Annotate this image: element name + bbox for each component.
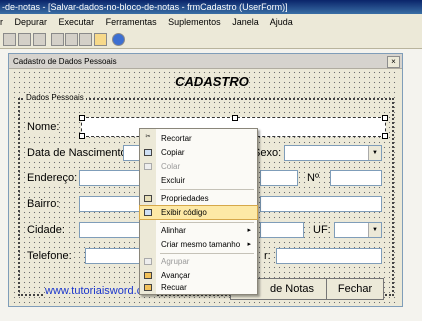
textbox-telefone-2[interactable] bbox=[276, 248, 382, 264]
menu-item-criar-mesmo-tamanho[interactable]: Criar mesmo tamanho ▸ bbox=[140, 238, 257, 251]
selection-handle[interactable] bbox=[79, 133, 85, 139]
menu-item-colar[interactable]: Colar bbox=[140, 160, 257, 173]
label-bairro: Bairro: bbox=[27, 198, 60, 210]
group-icon bbox=[144, 258, 152, 265]
menu-item-label: Agrupar bbox=[161, 257, 190, 266]
selection-handle[interactable] bbox=[79, 115, 85, 121]
menu-item-label: Excluir bbox=[161, 176, 186, 185]
toolbar-object-browser-icon[interactable] bbox=[79, 33, 92, 46]
userform-title-bar[interactable]: Cadastro de Dados Pessoais bbox=[9, 54, 402, 69]
label-telefone: Telefone: bbox=[27, 250, 72, 262]
combobox-sexo[interactable]: ▼ bbox=[284, 145, 382, 161]
submenu-arrow-icon: ▸ bbox=[247, 241, 251, 248]
selection-handle[interactable] bbox=[382, 133, 388, 139]
menu-item-recortar[interactable]: ✂ Recortar bbox=[140, 132, 257, 145]
label-endereco: Endereço: bbox=[27, 172, 78, 184]
menu-separator bbox=[160, 253, 254, 254]
menu-suplementos[interactable]: Suplementos bbox=[168, 17, 221, 27]
menu-depurar[interactable]: Depurar bbox=[15, 17, 48, 27]
toolbar-mode-icon[interactable] bbox=[3, 33, 16, 46]
menu-item-label: Propriedades bbox=[161, 194, 209, 203]
ide-toolbar bbox=[0, 30, 422, 49]
menu-item-label: Exibir código bbox=[161, 208, 207, 217]
copy-icon bbox=[144, 149, 152, 156]
chevron-down-icon[interactable]: ▼ bbox=[368, 146, 381, 160]
button-fechar-label: Fechar bbox=[337, 283, 373, 295]
toolbar-toolbox-icon[interactable] bbox=[94, 33, 107, 46]
toolbar-design-mode-icon[interactable] bbox=[33, 33, 46, 46]
textbox-endereco-end[interactable] bbox=[260, 170, 298, 186]
toolbar-pause-icon[interactable] bbox=[18, 33, 31, 46]
menu-item-agrupar[interactable]: Agrupar bbox=[140, 255, 257, 268]
scissors-icon: ✂ bbox=[145, 134, 151, 140]
menu-separator bbox=[160, 222, 254, 223]
menu-item-label: Criar mesmo tamanho bbox=[161, 240, 241, 249]
menu-ferramentas[interactable]: Ferramentas bbox=[106, 17, 157, 27]
chevron-down-icon[interactable]: ▼ bbox=[368, 223, 381, 237]
form-header-title: CADASTRO bbox=[175, 74, 249, 89]
close-icon[interactable]: × bbox=[387, 56, 400, 68]
bring-forward-icon bbox=[144, 272, 152, 279]
menu-separator bbox=[160, 189, 254, 190]
menu-item-label: Colar bbox=[161, 162, 181, 171]
label-nome: Nome: bbox=[27, 121, 60, 133]
submenu-arrow-icon: ▸ bbox=[247, 227, 251, 234]
menu-item-copiar[interactable]: Copiar bbox=[140, 146, 257, 159]
textbox-numero[interactable] bbox=[330, 170, 382, 186]
menu-item-label: Alinhar bbox=[161, 226, 186, 235]
menu-item-recuar[interactable]: Recuar bbox=[140, 281, 257, 294]
paste-icon bbox=[144, 163, 152, 170]
combobox-uf[interactable]: ▼ bbox=[334, 222, 382, 238]
label-numero: Nº bbox=[307, 172, 319, 184]
ide-title-text: -de-notas - [Salvar-dados-no-bloco-de-no… bbox=[2, 2, 288, 12]
ide-menu-bar: r Depurar Executar Ferramentas Suplement… bbox=[0, 14, 422, 30]
label-partial: r: bbox=[264, 250, 271, 262]
label-uf: UF: bbox=[313, 224, 331, 236]
selection-handle[interactable] bbox=[232, 115, 238, 121]
textbox-bairro-end[interactable] bbox=[260, 196, 382, 212]
textbox-bairro[interactable] bbox=[79, 196, 143, 212]
selection-handle[interactable] bbox=[382, 115, 388, 121]
textbox-telefone[interactable] bbox=[85, 248, 143, 264]
menu-item-0[interactable]: r bbox=[0, 17, 3, 27]
button-fechar[interactable]: Fechar bbox=[326, 278, 384, 300]
view-code-icon bbox=[144, 209, 152, 216]
menu-item-label: Recuar bbox=[161, 283, 187, 292]
frame-label: Dados Pessoais bbox=[24, 93, 86, 102]
toolbar-project-explorer-icon[interactable] bbox=[51, 33, 64, 46]
textbox-cidade-end[interactable] bbox=[260, 222, 304, 238]
menu-item-label: Recortar bbox=[161, 134, 192, 143]
label-data-nascimento: Data de Nascimento: bbox=[27, 147, 130, 159]
ide-title-bar: -de-notas - [Salvar-dados-no-bloco-de-no… bbox=[0, 0, 422, 14]
toolbar-properties-icon[interactable] bbox=[65, 33, 78, 46]
menu-ajuda[interactable]: Ajuda bbox=[270, 17, 293, 27]
textbox-cidade[interactable] bbox=[79, 222, 143, 238]
menu-item-alinhar[interactable]: Alinhar ▸ bbox=[140, 224, 257, 237]
menu-item-propriedades[interactable]: Propriedades bbox=[140, 192, 257, 205]
properties-icon bbox=[144, 195, 152, 202]
textbox-endereco[interactable] bbox=[79, 170, 143, 186]
menu-item-excluir[interactable]: Excluir bbox=[140, 174, 257, 187]
menu-item-exibir-codigo[interactable]: Exibir código bbox=[139, 205, 258, 220]
send-backward-icon bbox=[144, 284, 152, 291]
label-cidade: Cidade: bbox=[27, 224, 65, 236]
menu-item-label: Copiar bbox=[161, 148, 185, 157]
button-salvar-notas-label: de Notas bbox=[269, 283, 315, 295]
context-menu: ✂ Recortar Copiar Colar Excluir Propried… bbox=[139, 128, 258, 295]
menu-janela[interactable]: Janela bbox=[232, 17, 259, 27]
toolbar-help-icon[interactable] bbox=[112, 33, 125, 46]
userform-caption: Cadastro de Dados Pessoais bbox=[13, 57, 117, 66]
menu-executar[interactable]: Executar bbox=[59, 17, 95, 27]
